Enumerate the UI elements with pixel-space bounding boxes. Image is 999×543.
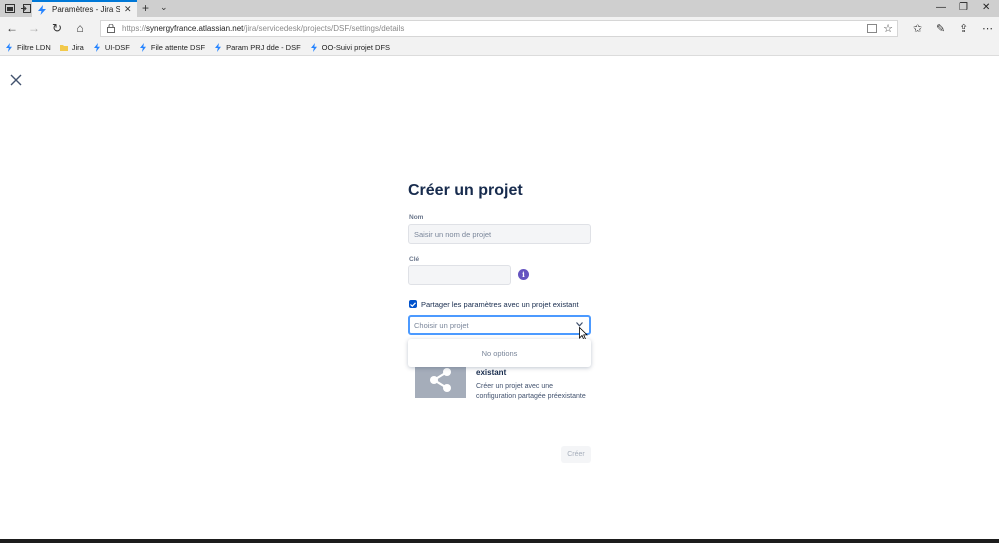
tab-title: Paramètres - Jira Servic [52,5,120,14]
bookmark-oo-suivi[interactable]: OO-Suivi projet DFS [310,43,390,52]
share-settings-checkbox[interactable] [409,300,417,308]
tab-close-icon[interactable]: ✕ [124,4,132,15]
taskbar-edge [0,539,999,543]
refresh-icon[interactable]: ↻ [50,21,64,35]
project-select[interactable]: Choisir un projet [408,315,591,335]
bookmark-ui-dsf[interactable]: UI-DSF [93,43,130,52]
jira-bolt-icon [6,43,12,52]
browser-tab-active[interactable]: Paramètres - Jira Servic ✕ [32,0,137,17]
shared-config-illustration [415,362,466,398]
lock-icon [107,24,115,33]
address-bar[interactable]: https://synergyfrance.atlassian.net/jira… [100,20,898,37]
home-icon[interactable]: ⌂ [73,21,87,35]
project-key-input[interactable] [408,265,511,285]
tab-manager-icon[interactable] [3,2,16,15]
bookmark-filtre-ldn[interactable]: Filtre LDN [5,43,51,52]
share-network-icon [429,368,451,392]
jira-bolt-icon [139,43,146,52]
close-icon[interactable] [10,74,22,86]
tab-preview-chevron-icon[interactable]: ⌄ [160,2,168,13]
checkmark-icon [410,301,416,307]
window-close-icon[interactable]: ✕ [982,2,990,13]
share-settings-label: Partager les paramètres avec un projet e… [421,300,579,309]
minimize-icon[interactable]: — [936,2,946,13]
folder-icon [59,45,68,51]
bookmark-jira-folder[interactable]: Jira [59,43,84,52]
page-title: Créer un projet [408,182,523,199]
jira-bolt-icon [93,43,100,52]
navigation-bar: ← → ↻ ⌂ https://synergyfrance.atlassian.… [0,17,999,40]
template-card-description: Créer un projet avec une configuration p… [476,383,586,400]
tab-bar: Paramètres - Jira Servic ✕ + ⌄ — ❐ ✕ [0,0,999,17]
info-icon[interactable]: i [518,269,529,280]
forward-icon[interactable]: → [27,21,41,35]
jira-favicon-icon [38,4,46,15]
set-aside-tabs-icon[interactable] [19,2,32,15]
jira-bolt-icon [215,43,222,52]
bookmark-file-attente-dsf[interactable]: File attente DSF [139,43,205,52]
restore-icon[interactable]: ❐ [959,2,968,13]
more-menu-icon[interactable]: ⋯ [982,22,993,35]
project-name-input[interactable]: Saisir un nom de projet [408,224,591,244]
share-icon[interactable]: ⇪ [959,22,968,35]
new-tab-icon[interactable]: + [142,1,149,15]
favorite-star-icon[interactable]: ☆ [883,22,893,35]
reading-view-icon[interactable] [867,24,877,33]
jira-bolt-icon [310,43,317,52]
pen-notes-icon[interactable]: ✎ [936,22,945,35]
name-label: Nom [409,214,424,221]
bookmark-param-prj[interactable]: Param PRJ dde - DSF [214,43,301,52]
back-icon[interactable]: ← [5,21,19,35]
template-card-title: existant [476,368,507,377]
favorites-bar: Filtre LDN Jira UI-DSF File attente DSF … [0,40,999,56]
create-button[interactable]: Créer [561,446,591,463]
key-label: Clé [409,256,420,263]
url-text: https://synergyfrance.atlassian.net/jira… [122,24,405,33]
project-select-menu: No options [408,339,591,367]
favorites-hub-icon[interactable]: ✩ [913,22,922,35]
